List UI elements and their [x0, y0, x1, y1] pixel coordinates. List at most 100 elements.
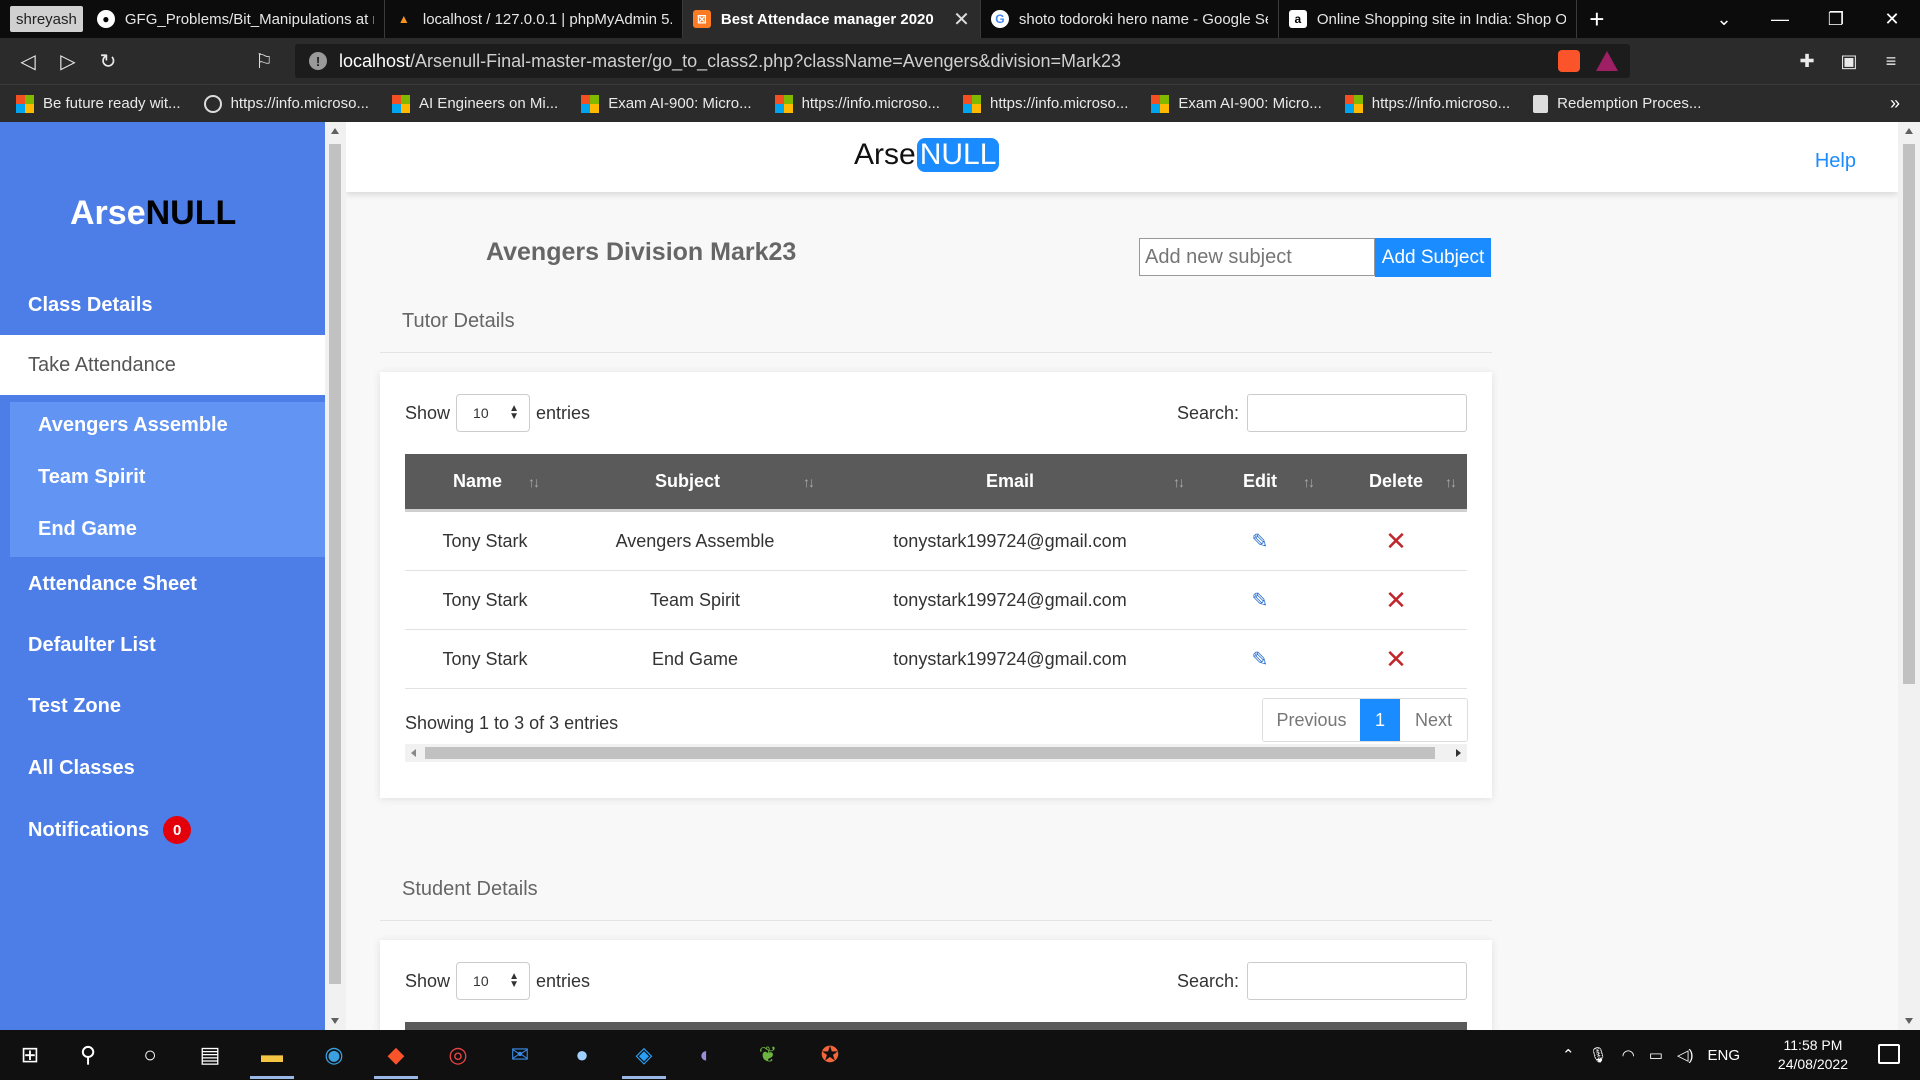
help-link[interactable]: Help — [1815, 150, 1856, 173]
column-header-subject[interactable]: Subject ↑↓ — [550, 454, 825, 509]
sidebar-item-test-zone[interactable]: Test Zone — [0, 676, 325, 736]
windows-start-icon[interactable]: ⊞ — [14, 1039, 46, 1071]
scroll-down-icon[interactable] — [331, 1018, 339, 1024]
spring-icon[interactable]: ❦ — [752, 1039, 784, 1071]
previous-page-button[interactable]: Previous — [1263, 699, 1360, 741]
wallet-icon[interactable]: ▣ — [1828, 51, 1870, 72]
entries-select[interactable]: 10 ▲ ▼ — [456, 962, 531, 1000]
page-scrollbar[interactable] — [1898, 122, 1920, 1030]
menu-icon[interactable]: ≡ — [1870, 51, 1912, 72]
delete-icon[interactable]: ✕ — [1385, 526, 1407, 557]
column-header-name[interactable]: Name ↑↓ — [405, 454, 550, 509]
extensions-icon[interactable]: ✚ — [1786, 51, 1828, 72]
eclipse-icon[interactable]: ◐ — [690, 1039, 722, 1071]
wifi-icon[interactable]: ◠ — [1622, 1046, 1635, 1064]
tab-search-icon[interactable]: ⌄ — [1696, 9, 1752, 30]
app-icon[interactable]: ● — [566, 1039, 598, 1071]
chrome-icon[interactable]: ◎ — [442, 1039, 474, 1071]
column-header-edit[interactable]: Edit ↑↓ — [1195, 454, 1325, 509]
file-explorer-icon[interactable]: ▬ — [256, 1039, 288, 1071]
next-page-button[interactable]: Next — [1400, 699, 1467, 741]
minimize-icon[interactable]: — — [1752, 9, 1808, 30]
sidebar-item-take-attendance[interactable]: Take Attendance — [0, 335, 325, 395]
entries-select[interactable]: 10 ▲ ▼ — [456, 394, 531, 432]
sidebar-item-notifications[interactable]: Notifications 0 — [0, 800, 325, 860]
column-header-delete[interactable]: Delete ↑↓ — [1325, 454, 1467, 509]
bookmark-item[interactable]: https://info.microso... — [1344, 94, 1510, 113]
site-info-icon[interactable]: ! — [309, 52, 327, 70]
sidebar-scrollbar[interactable] — [326, 122, 344, 1030]
delete-icon[interactable]: ✕ — [1385, 585, 1407, 616]
scrollbar-thumb[interactable] — [329, 144, 341, 984]
clock[interactable]: 11:58 PM 24/08/2022 — [1778, 1036, 1848, 1074]
brave-shields-icon[interactable] — [1558, 50, 1580, 72]
edit-icon[interactable]: ✎ — [1252, 588, 1269, 613]
brave-rewards-icon[interactable] — [1596, 51, 1618, 71]
edge-icon[interactable]: ◉ — [318, 1039, 350, 1071]
url-field[interactable]: ! localhost /Arsenull-Final-master-maste… — [295, 44, 1630, 78]
forward-icon[interactable]: ▷ — [48, 49, 88, 74]
bookmark-icon[interactable]: ⚐ — [244, 49, 284, 74]
table-search-input[interactable] — [1247, 394, 1467, 432]
notification-center-icon[interactable] — [1878, 1044, 1900, 1064]
microphone-icon[interactable]: 🎙 — [1589, 1046, 1608, 1064]
scroll-left-icon[interactable] — [411, 749, 416, 757]
bookmark-item[interactable]: Exam AI-900: Micro... — [581, 94, 752, 113]
mail-icon[interactable]: ✉ — [504, 1039, 536, 1071]
navbar-logo[interactable]: Arse NULL — [854, 138, 1000, 172]
browser-tab[interactable]: ▲ localhost / 127.0.0.1 | phpMyAdmin 5. — [385, 0, 683, 38]
scroll-up-icon[interactable] — [1905, 128, 1913, 134]
sidebar-item-class-details[interactable]: Class Details — [0, 275, 325, 335]
submenu-item-team-spirit[interactable]: Team Spirit — [38, 466, 145, 489]
bookmark-item[interactable]: Redemption Proces... — [1533, 94, 1701, 113]
sidebar-item-attendance-sheet[interactable]: Attendance Sheet — [0, 554, 325, 614]
brave-icon[interactable]: ◆ — [380, 1039, 412, 1071]
language-indicator[interactable]: ENG — [1707, 1047, 1740, 1064]
edit-icon[interactable]: ✎ — [1252, 529, 1269, 554]
submenu-item-end-game[interactable]: End Game — [38, 518, 137, 541]
edit-icon[interactable]: ✎ — [1252, 647, 1269, 672]
sidebar-item-all-classes[interactable]: All Classes — [0, 738, 325, 798]
new-tab-button[interactable]: + — [1577, 0, 1617, 38]
close-window-icon[interactable]: ✕ — [1864, 9, 1920, 30]
close-tab-icon[interactable]: ✕ — [953, 7, 970, 32]
browser-tab-active[interactable]: ⊠ Best Attendace manager 2020 ✕ — [682, 0, 981, 38]
chevron-up-icon[interactable]: ⌃ — [1562, 1046, 1575, 1064]
table-horizontal-scrollbar[interactable] — [405, 744, 1467, 762]
reload-icon[interactable]: ↻ — [88, 49, 128, 74]
bookmark-item[interactable]: https://info.microso... — [774, 94, 940, 113]
search-icon[interactable]: ⚲ — [72, 1039, 104, 1071]
delete-icon[interactable]: ✕ — [1385, 644, 1407, 675]
add-subject-button[interactable]: Add Subject — [1375, 238, 1491, 277]
cortana-icon[interactable]: ○ — [134, 1039, 166, 1071]
bookmark-item[interactable]: https://info.microso... — [203, 94, 369, 113]
browser-tab[interactable]: ● GFG_Problems/Bit_Manipulations at m — [87, 0, 385, 38]
new-subject-input[interactable] — [1139, 238, 1375, 276]
browser-tab[interactable]: a Online Shopping site in India: Shop On — [1279, 0, 1577, 38]
table-search-input[interactable] — [1247, 962, 1467, 1000]
scroll-down-icon[interactable] — [1905, 1018, 1913, 1024]
postman-icon[interactable]: ✪ — [814, 1039, 846, 1071]
bookmark-item[interactable]: Exam AI-900: Micro... — [1151, 94, 1322, 113]
restore-icon[interactable]: ❐ — [1808, 9, 1864, 30]
bookmark-label: https://info.microso... — [230, 95, 369, 112]
battery-icon[interactable]: ▭ — [1649, 1046, 1663, 1064]
volume-icon[interactable]: ◁) — [1677, 1046, 1694, 1064]
task-view-icon[interactable]: ▤ — [194, 1039, 226, 1071]
bookmark-item[interactable]: AI Engineers on Mi... — [391, 94, 558, 113]
page-1-button[interactable]: 1 — [1360, 699, 1400, 741]
scrollbar-thumb[interactable] — [425, 747, 1435, 759]
scroll-right-icon[interactable] — [1456, 749, 1461, 757]
sidebar-item-defaulter-list[interactable]: Defaulter List — [0, 615, 325, 675]
bookmark-item[interactable]: Be future ready wit... — [16, 94, 181, 113]
bookmark-item[interactable]: https://info.microso... — [962, 94, 1128, 113]
more-bookmarks-icon[interactable]: » — [1890, 93, 1900, 114]
back-icon[interactable]: ◁ — [8, 49, 48, 74]
scroll-up-icon[interactable] — [331, 128, 339, 134]
browser-tab[interactable]: G shoto todoroki hero name - Google Se — [981, 0, 1279, 38]
scrollbar-thumb[interactable] — [1903, 144, 1915, 684]
vscode-icon[interactable]: ◈ — [628, 1039, 660, 1071]
profile-button[interactable]: shreyash — [10, 6, 83, 32]
column-header-email[interactable]: Email ↑↓ — [825, 454, 1195, 509]
submenu-item-avengers-assemble[interactable]: Avengers Assemble — [38, 414, 228, 437]
